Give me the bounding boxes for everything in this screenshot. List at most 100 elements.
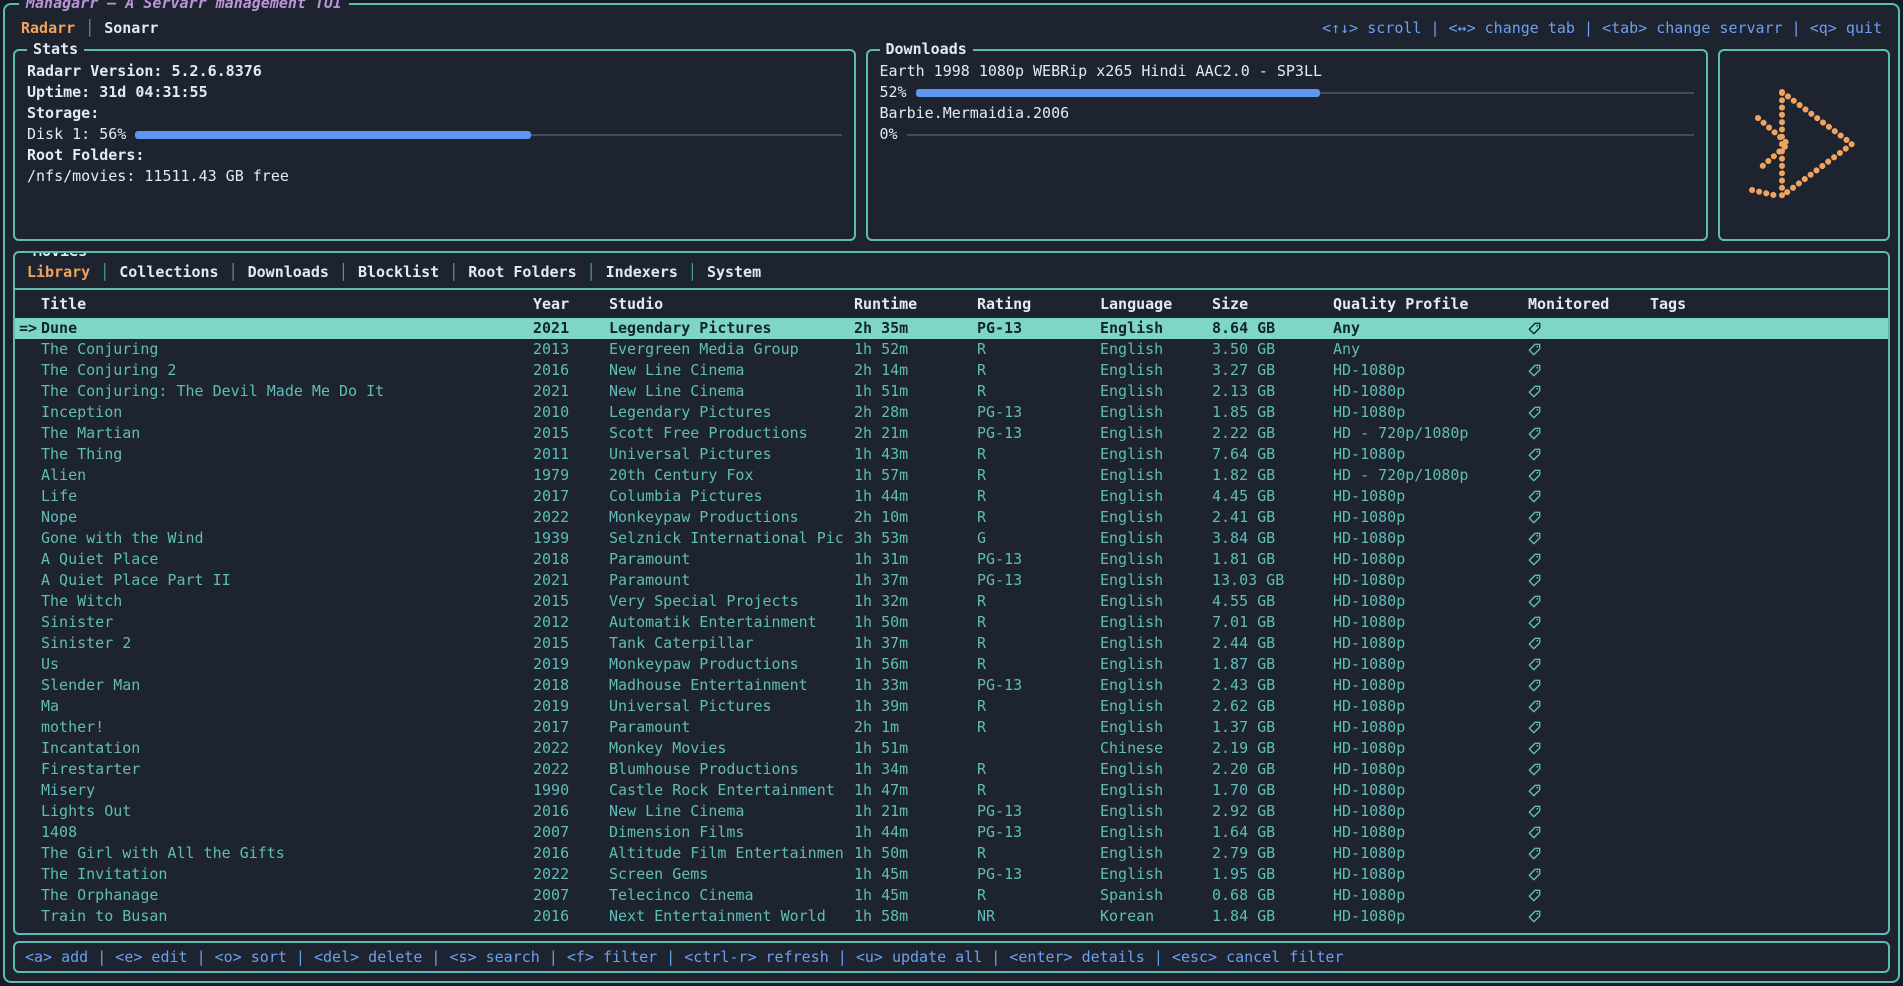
cell-rating: PG-13: [977, 822, 1100, 843]
tab-root-folders[interactable]: Root Folders: [468, 263, 576, 281]
cell-studio: Universal Pictures: [609, 696, 854, 717]
cell-rating: R: [977, 780, 1100, 801]
cell-title: 1408: [41, 822, 533, 843]
table-row[interactable]: Inception2010Legendary Pictures2h 28mPG-…: [15, 402, 1888, 423]
tab-radarr[interactable]: Radarr: [21, 19, 75, 37]
cell-quality-profile: HD-1080p: [1333, 654, 1528, 675]
table-row[interactable]: The Orphanage2007Telecinco Cinema1h 45mR…: [15, 885, 1888, 906]
table-row[interactable]: Us2019Monkeypaw Productions1h 56mREnglis…: [15, 654, 1888, 675]
movie-table-body: =>Dune2021Legendary Pictures2h 35mPG-13E…: [15, 318, 1888, 933]
cell-rating: R: [977, 486, 1100, 507]
cell-title: mother!: [41, 717, 533, 738]
cell-runtime: 1h 51m: [854, 381, 977, 402]
cell-rating: PG-13: [977, 318, 1100, 339]
table-row[interactable]: Lights Out2016New Line Cinema1h 21mPG-13…: [15, 801, 1888, 822]
cell-runtime: 1h 58m: [854, 906, 977, 927]
cell-runtime: 1h 43m: [854, 444, 977, 465]
tab-downloads[interactable]: Downloads: [248, 263, 329, 281]
cell-year: 2019: [533, 696, 609, 717]
cell-rating: R: [977, 654, 1100, 675]
cell-year: 2022: [533, 738, 609, 759]
cell-title: The Girl with All the Gifts: [41, 843, 533, 864]
table-row[interactable]: Gone with the Wind1939Selznick Internati…: [15, 528, 1888, 549]
cell-year: 2016: [533, 906, 609, 927]
cell-monitored: [1528, 633, 1650, 654]
cell-quality-profile: HD-1080p: [1333, 780, 1528, 801]
table-row[interactable]: =>Dune2021Legendary Pictures2h 35mPG-13E…: [15, 318, 1888, 339]
table-row[interactable]: Alien197920th Century Fox1h 57mREnglish1…: [15, 465, 1888, 486]
movies-panel-title: Movies: [27, 251, 93, 260]
table-row[interactable]: The Conjuring 22016New Line Cinema2h 14m…: [15, 360, 1888, 381]
table-row[interactable]: A Quiet Place Part II2021Paramount1h 37m…: [15, 570, 1888, 591]
tab-sonarr[interactable]: Sonarr: [104, 19, 158, 37]
cell-title: Ma: [41, 696, 533, 717]
cell-runtime: 1h 33m: [854, 675, 977, 696]
table-row[interactable]: Incantation2022Monkey Movies1h 51mChines…: [15, 738, 1888, 759]
table-row[interactable]: Firestarter2022Blumhouse Productions1h 3…: [15, 759, 1888, 780]
cell-title: Dune: [41, 318, 533, 339]
table-row[interactable]: The Thing2011Universal Pictures1h 43mREn…: [15, 444, 1888, 465]
cell-quality-profile: HD-1080p: [1333, 360, 1528, 381]
tab-library[interactable]: Library: [27, 263, 90, 281]
cell-year: 2010: [533, 402, 609, 423]
cell-studio: Monkeypaw Productions: [609, 654, 854, 675]
cell-studio: Legendary Pictures: [609, 318, 854, 339]
cell-size: 4.45 GB: [1212, 486, 1333, 507]
monitored-tag-icon: [1528, 511, 1541, 524]
monitored-tag-icon: [1528, 385, 1541, 398]
table-row[interactable]: The Martian2015Scott Free Productions2h …: [15, 423, 1888, 444]
download-percent-label: 52%: [880, 82, 907, 103]
top-panels: Stats Radarr Version: 5.2.6.8376 Uptime:…: [13, 49, 1890, 241]
cell-quality-profile: HD-1080p: [1333, 843, 1528, 864]
cell-rating: R: [977, 696, 1100, 717]
cell-language: English: [1100, 507, 1212, 528]
tab-indexers[interactable]: Indexers: [606, 263, 678, 281]
tab-collections[interactable]: Collections: [119, 263, 218, 281]
tab-divider: │: [587, 263, 596, 281]
cell-language: English: [1100, 339, 1212, 360]
root-folders-header: Root Folders:: [27, 145, 842, 166]
cell-monitored: [1528, 402, 1650, 423]
monitored-tag-icon: [1528, 679, 1541, 692]
table-row[interactable]: The Witch2015Very Special Projects1h 32m…: [15, 591, 1888, 612]
table-row[interactable]: Misery1990Castle Rock Entertainment1h 47…: [15, 780, 1888, 801]
tab-system[interactable]: System: [707, 263, 761, 281]
cell-studio: Paramount: [609, 549, 854, 570]
table-row[interactable]: mother!2017Paramount2h 1mREnglish1.37 GB…: [15, 717, 1888, 738]
keybind-help-text: <↑↓> scroll | <↔> change tab | <tab> cha…: [1322, 19, 1882, 37]
monitored-tag-icon: [1528, 616, 1541, 629]
cell-monitored: [1528, 318, 1650, 339]
cell-title: A Quiet Place: [41, 549, 533, 570]
table-row[interactable]: Sinister2012Automatik Entertainment1h 50…: [15, 612, 1888, 633]
table-row[interactable]: Train to Busan2016Next Entertainment Wor…: [15, 906, 1888, 927]
cell-monitored: [1528, 654, 1650, 675]
table-row[interactable]: 14082007Dimension Films1h 44mPG-13Englis…: [15, 822, 1888, 843]
cell-runtime: 1h 37m: [854, 633, 977, 654]
cell-runtime: 1h 50m: [854, 843, 977, 864]
cell-title: Lights Out: [41, 801, 533, 822]
cell-monitored: [1528, 591, 1650, 612]
cell-studio: New Line Cinema: [609, 381, 854, 402]
table-row[interactable]: Slender Man2018Madhouse Entertainment1h …: [15, 675, 1888, 696]
cell-studio: Tank Caterpillar: [609, 633, 854, 654]
cell-title: Nope: [41, 507, 533, 528]
cell-quality-profile: HD-1080p: [1333, 906, 1528, 927]
table-row[interactable]: Sinister 22015Tank Caterpillar1h 37mREng…: [15, 633, 1888, 654]
cell-quality-profile: HD-1080p: [1333, 633, 1528, 654]
table-row[interactable]: The Invitation2022Screen Gems1h 45mPG-13…: [15, 864, 1888, 885]
table-row[interactable]: Ma2019Universal Pictures1h 39mREnglish2.…: [15, 696, 1888, 717]
stats-panel-title: Stats: [27, 40, 84, 58]
table-row[interactable]: The Conjuring2013Evergreen Media Group1h…: [15, 339, 1888, 360]
tab-divider: │: [339, 263, 348, 281]
cell-year: 2019: [533, 654, 609, 675]
tab-divider: │: [100, 263, 109, 281]
table-row[interactable]: The Conjuring: The Devil Made Me Do It20…: [15, 381, 1888, 402]
table-row[interactable]: A Quiet Place2018Paramount1h 31mPG-13Eng…: [15, 549, 1888, 570]
table-row[interactable]: Nope2022Monkeypaw Productions2h 10mREngl…: [15, 507, 1888, 528]
cell-title: Misery: [41, 780, 533, 801]
table-row[interactable]: The Girl with All the Gifts2016Altitude …: [15, 843, 1888, 864]
cell-size: 3.27 GB: [1212, 360, 1333, 381]
tab-blocklist[interactable]: Blocklist: [358, 263, 439, 281]
cell-size: 1.64 GB: [1212, 822, 1333, 843]
table-row[interactable]: Life2017Columbia Pictures1h 44mREnglish4…: [15, 486, 1888, 507]
